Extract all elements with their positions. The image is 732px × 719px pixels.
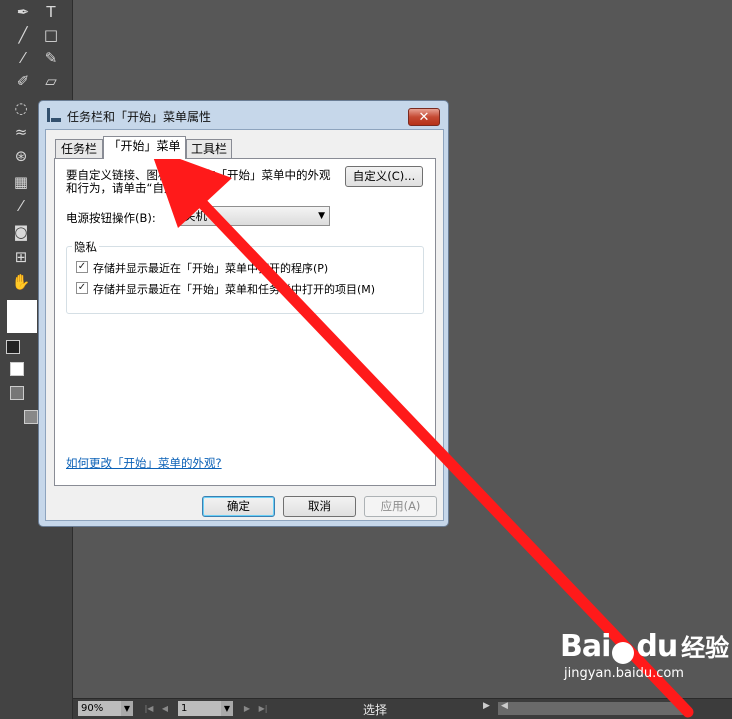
fill-color-swatch[interactable] xyxy=(7,300,37,333)
screen-mode-icon[interactable] xyxy=(24,410,38,424)
dialog-client-area: 任务栏 「开始」菜单 工具栏 要自定义链接、图标和菜单在「开始」菜单中的外观和行… xyxy=(45,129,444,521)
close-button[interactable]: ✕ xyxy=(408,108,440,126)
status-menu-icon[interactable]: ▶ xyxy=(483,701,490,711)
watermark-logo-text-2: du xyxy=(636,629,678,664)
power-button-select[interactable]: 关机 ▼ xyxy=(179,206,330,226)
taskbar-icon xyxy=(47,108,61,122)
recent-items-checkbox[interactable]: ✓ xyxy=(76,282,88,294)
pen-tool-icon[interactable]: ✒ xyxy=(12,2,34,22)
brush-tool-icon[interactable]: ⁄ xyxy=(12,48,34,68)
next-page-icon[interactable]: ▶ xyxy=(241,701,253,716)
shape-builder-tool-icon[interactable]: ⊛ xyxy=(10,146,32,166)
ok-button[interactable]: 确定 xyxy=(202,496,275,517)
previous-page-icon[interactable]: ◀ xyxy=(159,701,171,716)
status-text: 选择 xyxy=(363,703,388,717)
help-link[interactable]: 如何更改「开始」菜单的外观? xyxy=(66,455,222,471)
recent-programs-label: 存储并显示最近在「开始」菜单中打开的程序(P) xyxy=(93,262,329,275)
draw-mode-icon[interactable] xyxy=(10,386,24,400)
type-tool-icon[interactable]: T xyxy=(40,2,62,22)
taskbar-start-menu-properties-dialog: 任务栏和「开始」菜单属性 ✕ 任务栏 「开始」菜单 工具栏 要自定义链接、图标和… xyxy=(38,100,449,527)
tab-toolbars[interactable]: 工具栏 xyxy=(186,139,232,158)
default-colors-icon[interactable] xyxy=(6,340,20,354)
eraser-tool-icon[interactable]: ▱ xyxy=(40,71,62,91)
power-button-label: 电源按钮操作(B): xyxy=(66,211,156,225)
last-page-icon[interactable]: ▶| xyxy=(257,701,269,716)
artboard-tool-icon[interactable]: ⊞ xyxy=(10,247,32,267)
chevron-down-icon: ▼ xyxy=(318,211,325,221)
scroll-left-icon[interactable]: ◀ xyxy=(501,701,508,711)
apply-button[interactable]: 应用(A) xyxy=(364,496,437,517)
customize-button[interactable]: 自定义(C)... xyxy=(345,166,423,187)
privacy-group: 隐私 ✓ 存储并显示最近在「开始」菜单中打开的程序(P) ✓ 存储并显示最近在「… xyxy=(66,239,424,314)
line-tool-icon[interactable]: ╱ xyxy=(12,25,34,45)
hand-tool-icon[interactable]: ✋ xyxy=(10,272,32,292)
paw-icon xyxy=(612,641,635,664)
zoom-dropdown-icon[interactable]: ▼ xyxy=(121,701,133,716)
start-menu-panel: 要自定义链接、图标和菜单在「开始」菜单中的外观和行为，请单击“自定义”。 自定义… xyxy=(54,158,436,486)
dialog-titlebar[interactable]: 任务栏和「开始」菜单属性 ✕ xyxy=(39,101,448,129)
baidu-jingyan-watermark: Bai du 经验 jingyan.baidu.com xyxy=(560,628,730,681)
rectangle-tool-icon[interactable]: □ xyxy=(40,25,62,45)
power-button-value: 关机 xyxy=(184,209,207,223)
symbol-sprayer-tool-icon[interactable]: ◙ xyxy=(10,222,32,242)
tab-start-menu[interactable]: 「开始」菜单 xyxy=(103,136,186,159)
blob-brush-tool-icon[interactable]: ✐ xyxy=(12,71,34,91)
recent-programs-checkbox[interactable]: ✓ xyxy=(76,261,88,273)
first-page-icon[interactable]: |◀ xyxy=(143,701,155,716)
warp-tool-icon[interactable]: ≈ xyxy=(10,122,32,142)
status-bar: 90% ▼ |◀ ◀ 1 ▼ ▶ ▶| 选择 ▶ ◀ xyxy=(73,698,732,719)
dialog-title: 任务栏和「开始」菜单属性 xyxy=(67,110,212,124)
cancel-button[interactable]: 取消 xyxy=(283,496,356,517)
privacy-group-label: 隐私 xyxy=(72,239,99,255)
watermark-url: jingyan.baidu.com xyxy=(564,666,684,681)
watermark-logo-text: Bai xyxy=(560,629,611,664)
pencil-tool-icon[interactable]: ✎ xyxy=(40,48,62,68)
page-dropdown-icon[interactable]: ▼ xyxy=(221,701,233,716)
rotate-tool-icon[interactable]: ◌ xyxy=(10,98,32,118)
color-mode-icon[interactable] xyxy=(10,362,24,376)
recent-items-label: 存储并显示最近在「开始」菜单和任务栏中打开的项目(M) xyxy=(93,283,376,296)
graph-tool-icon[interactable]: ▦ xyxy=(10,172,32,192)
watermark-cn-text: 经验 xyxy=(681,634,730,662)
customize-description: 要自定义链接、图标和菜单在「开始」菜单中的外观和行为，请单击“自定义”。 xyxy=(66,168,331,195)
tab-taskbar[interactable]: 任务栏 xyxy=(55,139,103,158)
horizontal-scrollbar[interactable] xyxy=(498,702,683,715)
eyedropper-tool-icon[interactable]: ⁄ xyxy=(10,196,32,216)
